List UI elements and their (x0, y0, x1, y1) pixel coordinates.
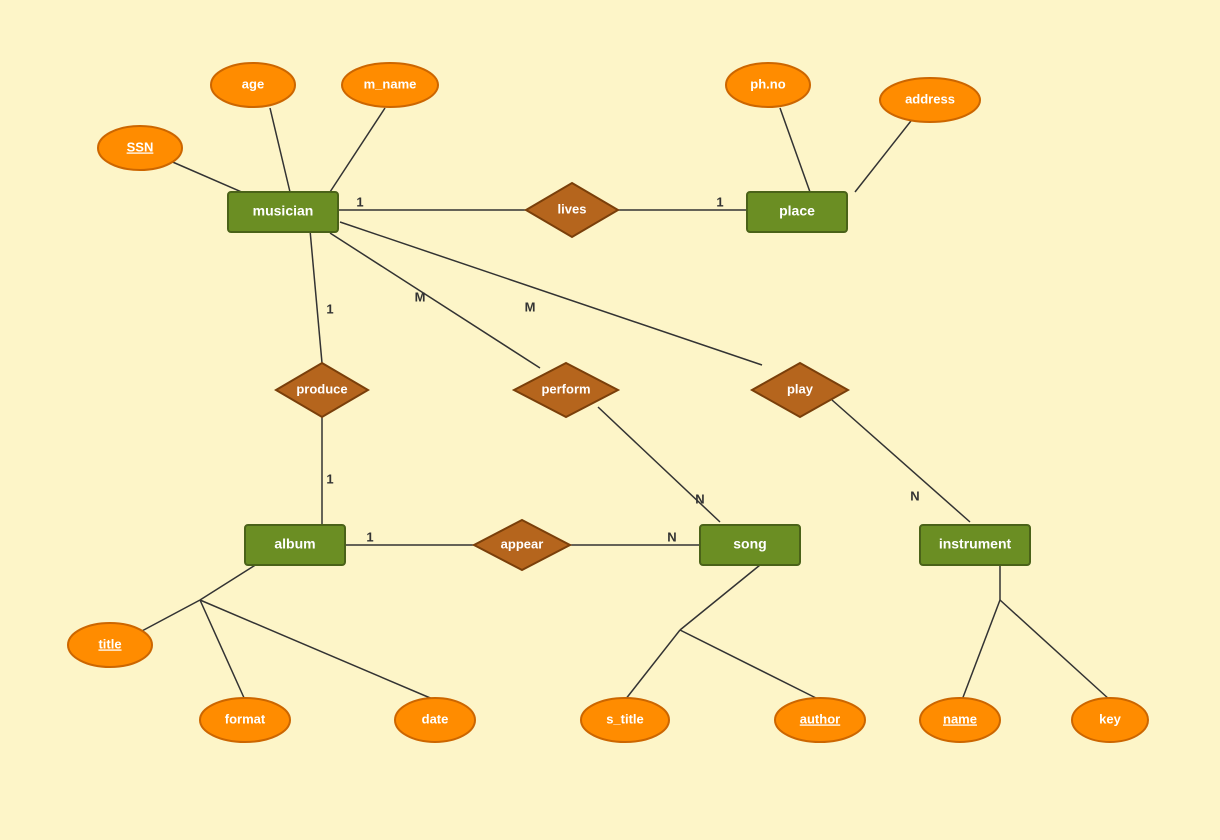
attribute-name-label: name (943, 711, 977, 726)
cardinality-play-musician: M (525, 299, 536, 314)
cardinality-play-instrument: N (910, 488, 919, 503)
cardinality-appear-song: N (667, 529, 676, 544)
attribute-author-label: author (800, 711, 840, 726)
attribute-title-label: title (98, 636, 121, 651)
cardinality-lives-musician: 1 (356, 194, 363, 209)
relation-play-label: play (787, 381, 814, 396)
attribute-stitle-label: s_title (606, 711, 644, 726)
attribute-format-label: format (225, 711, 266, 726)
attribute-date-label: date (422, 711, 449, 726)
attribute-age-label: age (242, 76, 264, 91)
entity-album-label: album (274, 536, 315, 552)
cardinality-appear-album: 1 (366, 529, 373, 544)
cardinality-produce-album: 1 (326, 471, 333, 486)
relation-lives-label: lives (558, 201, 587, 216)
attribute-phno-label: ph.no (750, 76, 785, 91)
entity-place-label: place (779, 203, 815, 219)
attribute-address-label: address (905, 91, 955, 106)
entity-musician-label: musician (253, 203, 314, 219)
cardinality-perform-song: N (695, 491, 704, 506)
entity-instrument-label: instrument (939, 536, 1012, 552)
er-diagram: 1 1 1 1 M N M N 1 N musician place album… (0, 0, 1220, 840)
relation-produce-label: produce (296, 381, 347, 396)
cardinality-produce-musician: 1 (326, 301, 333, 316)
relation-appear-label: appear (501, 536, 544, 551)
cardinality-lives-place: 1 (716, 194, 723, 209)
attribute-key-label: key (1099, 711, 1121, 726)
attribute-ssn-label: SSN (127, 139, 154, 154)
cardinality-perform-musician: M (415, 289, 426, 304)
attribute-mname-label: m_name (364, 76, 417, 91)
relation-perform-label: perform (541, 381, 590, 396)
entity-song-label: song (733, 536, 766, 552)
